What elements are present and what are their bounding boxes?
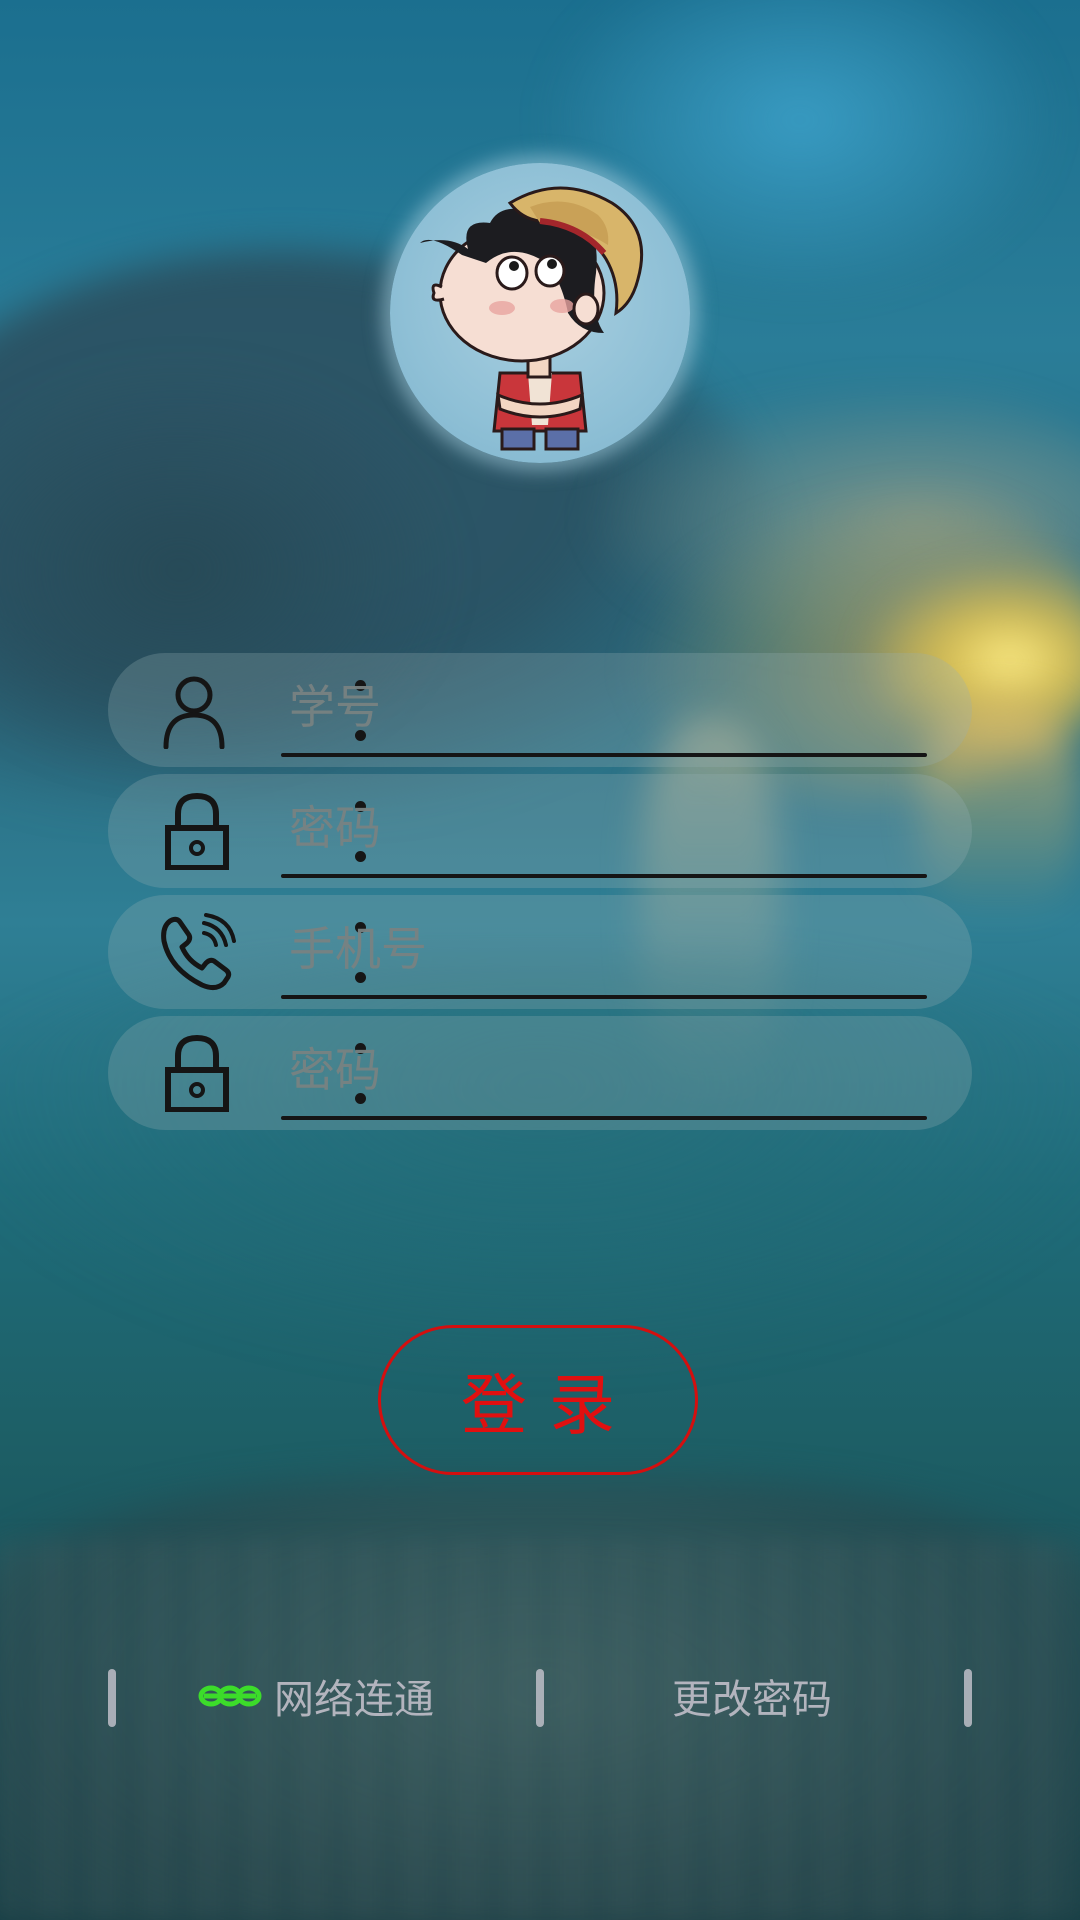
phone-input[interactable] — [281, 909, 937, 989]
password-input[interactable] — [281, 788, 937, 868]
user-icon — [158, 671, 236, 750]
change-password-label: 更改密码 — [672, 1677, 832, 1723]
cartoon-boy-avatar-icon — [420, 186, 644, 451]
input-underline — [281, 753, 927, 757]
input-underline — [281, 874, 927, 878]
divider-right — [964, 1669, 972, 1727]
input-underline — [281, 995, 927, 999]
login-button-label: 登录 — [461, 1367, 637, 1444]
network-status-link[interactable]: 网络连通 — [198, 1665, 434, 1727]
student-id-input[interactable] — [281, 667, 937, 747]
login-button[interactable]: 登录 — [378, 1325, 698, 1475]
phone-icon — [158, 913, 236, 991]
bottom-bar: 网络连通 更改密码 — [0, 1665, 1080, 1727]
phone-field — [108, 895, 972, 1009]
phone-password-input[interactable] — [281, 1030, 937, 1110]
student-id-field — [108, 653, 972, 767]
lock-icon — [158, 792, 236, 871]
divider-middle — [536, 1669, 544, 1727]
lock-icon — [158, 1034, 236, 1113]
divider-left — [108, 1669, 116, 1727]
link-chain-icon — [198, 1685, 262, 1707]
input-underline — [281, 1116, 927, 1120]
change-password-link[interactable]: 更改密码 — [672, 1665, 832, 1727]
avatar — [390, 163, 690, 463]
network-status-label: 网络连通 — [274, 1677, 434, 1723]
password-field — [108, 774, 972, 888]
login-screen: 登录 网络连通 更改密码 — [0, 0, 1080, 1920]
background-rocks — [0, 1540, 1080, 1920]
phone-password-field — [108, 1016, 972, 1130]
